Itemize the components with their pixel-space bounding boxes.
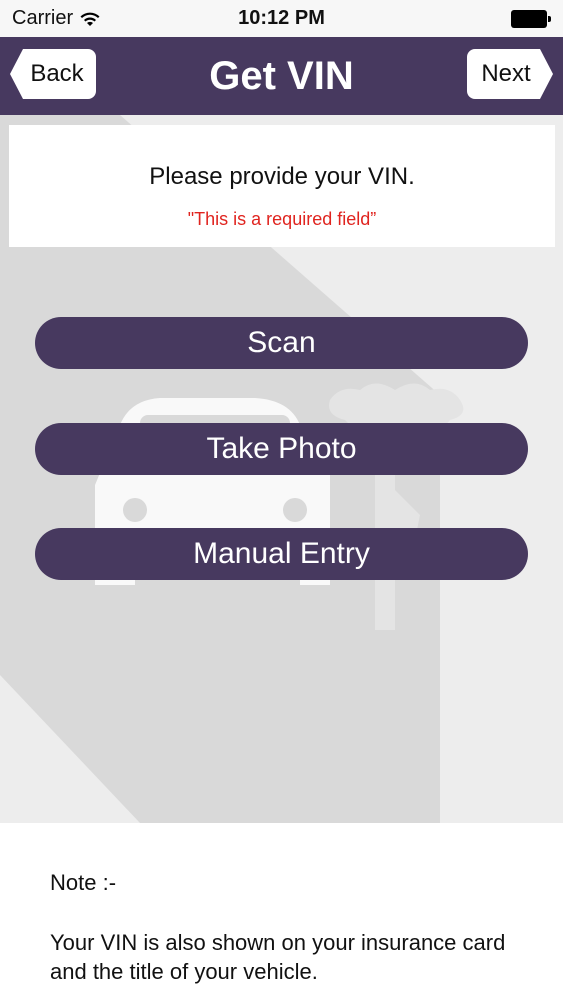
next-button[interactable]: Next: [467, 49, 553, 99]
wifi-icon: [79, 11, 101, 27]
note-text: Your VIN is also shown on your insurance…: [50, 930, 506, 984]
take-photo-button[interactable]: Take Photo: [35, 423, 528, 475]
note-section: Note :- Your VIN is also shown on your i…: [0, 823, 563, 1000]
vin-prompt-title: Please provide your VIN.: [149, 163, 415, 190]
note-label: Note :-: [50, 870, 117, 895]
status-left: Carrier: [12, 7, 101, 30]
carrier-label: Carrier: [12, 7, 74, 29]
scan-button[interactable]: Scan: [35, 317, 528, 369]
required-field-message: "This is a required field”: [187, 209, 377, 229]
status-bar: Carrier 10:12 PM: [0, 0, 563, 37]
manual-entry-button[interactable]: Manual Entry: [35, 528, 528, 580]
navigation-bar: Get VIN Back Next: [0, 37, 563, 115]
main-area: Please provide your VIN. "This is a requ…: [0, 115, 563, 823]
vin-prompt-card: Please provide your VIN. "This is a requ…: [9, 125, 555, 247]
back-button[interactable]: Back: [10, 49, 96, 99]
battery-icon: [511, 9, 551, 28]
